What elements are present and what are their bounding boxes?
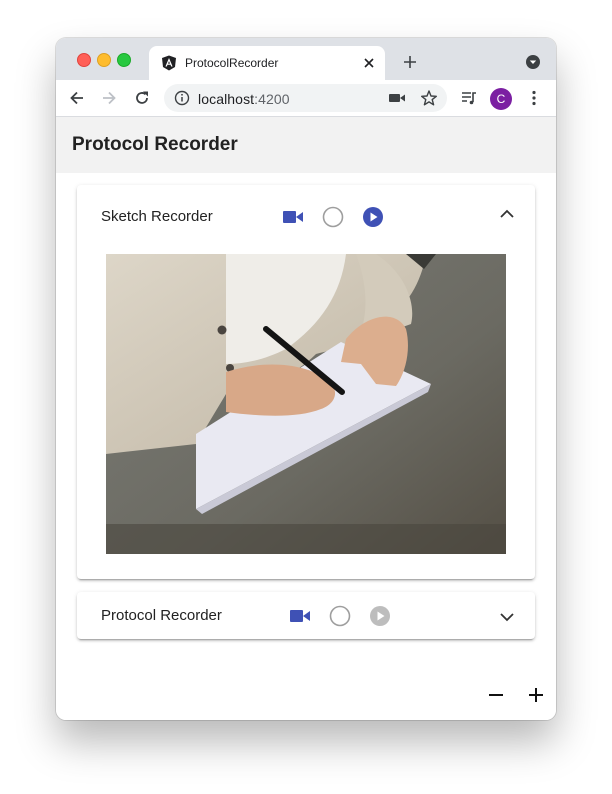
chevron-down-icon[interactable]: [499, 611, 515, 623]
url-host: localhost: [198, 91, 255, 107]
star-icon[interactable]: [420, 89, 438, 107]
record-icon[interactable]: [329, 605, 351, 627]
back-icon[interactable]: [68, 89, 86, 107]
plus-icon[interactable]: [528, 687, 544, 703]
minus-icon[interactable]: [488, 687, 504, 703]
chevron-up-icon[interactable]: [499, 208, 515, 220]
panel-title: Sketch Recorder: [101, 208, 213, 225]
info-icon[interactable]: [174, 90, 190, 106]
window-close-button[interactable]: [77, 53, 91, 67]
video-camera-icon[interactable]: [283, 210, 303, 224]
panel-sketch-recorder: Sketch Recorder: [77, 185, 535, 579]
avatar[interactable]: C: [490, 88, 512, 110]
tab-menu-icon[interactable]: [525, 54, 541, 70]
video-camera-icon[interactable]: [290, 609, 310, 623]
record-icon[interactable]: [322, 206, 344, 228]
browser-toolbar: localhost:4200 C: [56, 80, 556, 117]
kebab-menu-icon[interactable]: [525, 89, 543, 107]
video-preview: [106, 254, 506, 554]
url-text[interactable]: localhost:4200: [198, 91, 290, 107]
angular-icon: [162, 55, 176, 71]
close-icon[interactable]: [361, 55, 377, 71]
app-header: Protocol Recorder: [56, 117, 556, 173]
play-icon[interactable]: [362, 206, 384, 228]
address-bar[interactable]: localhost:4200: [164, 84, 447, 112]
window-zoom-button[interactable]: [117, 53, 131, 67]
forward-icon[interactable]: [100, 89, 118, 107]
play-icon: [370, 606, 390, 626]
tab-title: ProtocolRecorder: [185, 56, 279, 70]
media-control-icon[interactable]: [460, 89, 478, 107]
window-minimize-button[interactable]: [97, 53, 111, 67]
page-content: Protocol Recorder Sketch Recorder Protoc…: [56, 117, 556, 720]
tab-strip: ProtocolRecorder: [56, 38, 556, 80]
panel-title: Protocol Recorder: [101, 607, 222, 624]
url-port: :4200: [254, 91, 290, 107]
camera-icon[interactable]: [388, 90, 406, 106]
page-title: Protocol Recorder: [72, 134, 238, 155]
plus-icon[interactable]: [402, 54, 418, 70]
panel-protocol-recorder[interactable]: Protocol Recorder: [77, 592, 535, 639]
reload-icon[interactable]: [133, 89, 151, 107]
browser-tab[interactable]: ProtocolRecorder: [149, 46, 385, 80]
browser-window: ProtocolRecorder localhost:4200 C Protoc…: [56, 38, 556, 720]
